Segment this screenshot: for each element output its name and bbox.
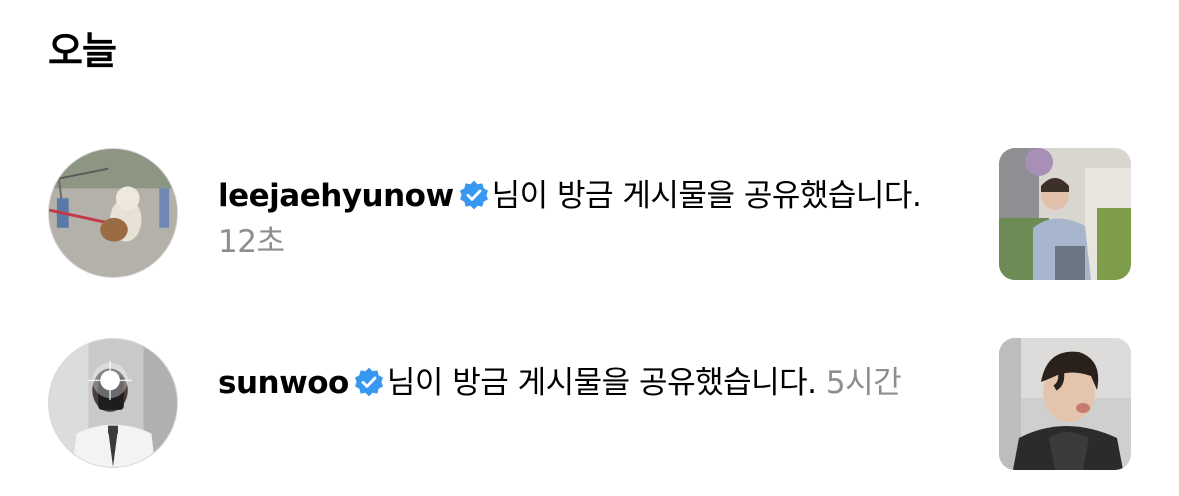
- notification-message: 님이 방금 게시물을 공유했습니다.: [386, 365, 817, 401]
- timestamp: 12초: [218, 224, 285, 260]
- post-thumbnail[interactable]: [999, 148, 1131, 280]
- notification-text: leejaehyunow 님이 방금 게시물을 공유했습니다. 12초: [218, 173, 948, 265]
- verified-badge-icon: [458, 179, 490, 211]
- user-avatar[interactable]: [48, 148, 178, 278]
- user-avatar[interactable]: [48, 338, 178, 468]
- mirror-selfie-avatar: [49, 339, 177, 467]
- person-photo-thumbnail: [999, 338, 1131, 470]
- post-thumbnail[interactable]: [999, 338, 1131, 470]
- notification-text: sunwoo 님이 방금 게시물을 공유했습니다. 5시간: [218, 360, 938, 406]
- timestamp: 5시간: [825, 365, 902, 401]
- username[interactable]: leejaehyunow: [218, 178, 454, 214]
- notification-message: 님이 방금 게시물을 공유했습니다.: [491, 178, 922, 214]
- notification-row[interactable]: sunwoo 님이 방금 게시물을 공유했습니다. 5시간: [0, 338, 1179, 470]
- verified-badge-icon: [353, 366, 385, 398]
- person-photo-thumbnail: [999, 148, 1131, 280]
- section-title-today: 오늘: [48, 29, 117, 73]
- notification-row[interactable]: leejaehyunow 님이 방금 게시물을 공유했습니다. 12초: [0, 148, 1179, 280]
- username[interactable]: sunwoo: [218, 365, 349, 401]
- dog-photo-avatar: [49, 149, 177, 277]
